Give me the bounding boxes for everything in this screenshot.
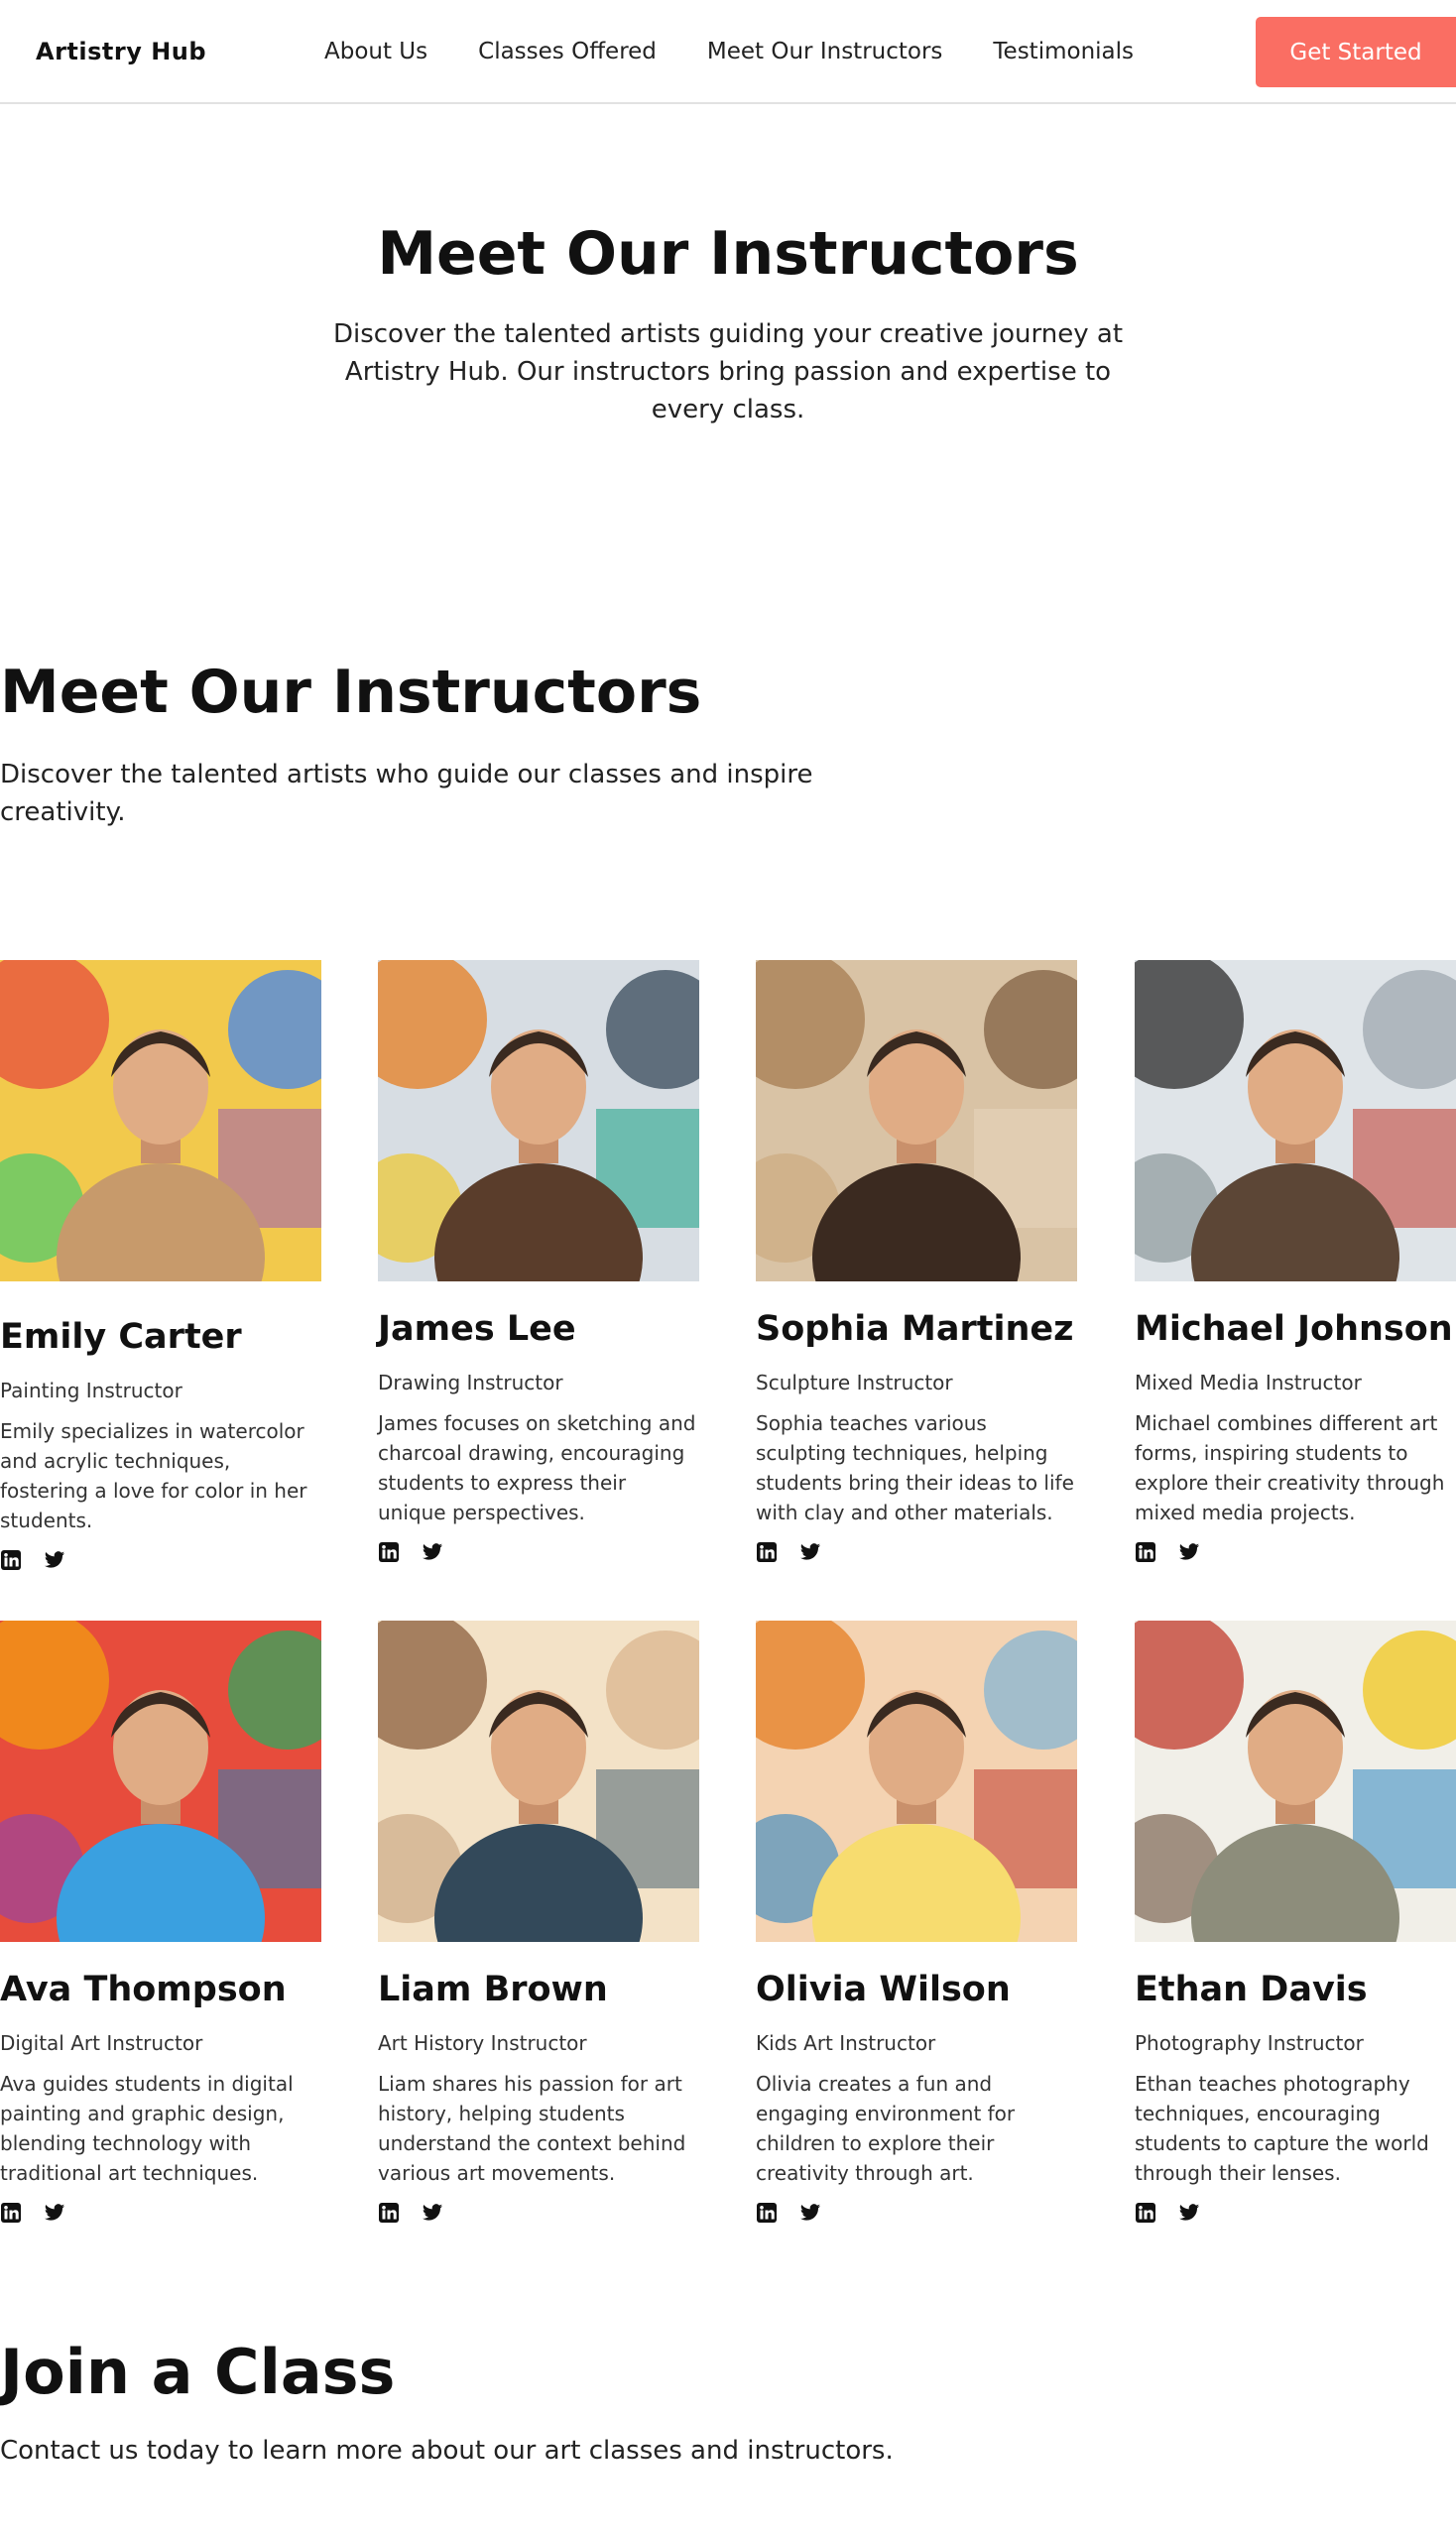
linkedin-icon[interactable] xyxy=(756,2202,778,2224)
instructor-name: Michael Johnson xyxy=(1135,1309,1453,1349)
social-links xyxy=(756,1541,1077,1563)
portrait-photo xyxy=(0,960,321,1281)
twitter-icon[interactable] xyxy=(44,2202,65,2224)
main-nav: About Us Classes Offered Meet Our Instru… xyxy=(324,0,1184,102)
instructor-name: Emily Carter xyxy=(0,1317,242,1357)
instructor-name: James Lee xyxy=(378,1309,576,1349)
twitter-icon[interactable] xyxy=(422,1541,443,1563)
instructor-card: Liam Brown Art History Instructor Liam sha… xyxy=(378,1621,699,2224)
portrait-photo xyxy=(378,960,699,1281)
instructor-role: Mixed Media Instructor xyxy=(1135,1371,1362,1394)
logo[interactable]: Artistry Hub xyxy=(36,38,206,65)
instructor-role: Photography Instructor xyxy=(1135,2031,1364,2055)
get-started-button[interactable]: Get Started xyxy=(1256,17,1456,87)
linkedin-icon[interactable] xyxy=(1135,2202,1156,2224)
instructor-bio: Michael combines different art forms, in… xyxy=(1135,1411,1445,1524)
instructor-bio: Ava guides students in digital painting … xyxy=(0,2072,294,2185)
social-links xyxy=(0,2202,321,2224)
nav-testimonials[interactable]: Testimonials xyxy=(993,39,1134,64)
instructor-name: Sophia Martinez xyxy=(756,1309,1074,1349)
hero-subtitle: Discover the talented artists guiding yo… xyxy=(332,319,1124,424)
instructor-card: Michael Johnson Mixed Media Instructor Mic… xyxy=(1135,960,1456,1563)
linkedin-icon[interactable] xyxy=(378,1541,400,1563)
nav-classes-offered[interactable]: Classes Offered xyxy=(478,39,657,64)
instructor-name: Olivia Wilson xyxy=(756,1970,1011,2009)
instructor-role: Drawing Instructor xyxy=(378,1371,563,1394)
instructor-role: Art History Instructor xyxy=(378,2031,587,2055)
join-title: Join a Class xyxy=(0,2336,396,2408)
instructor-role: Kids Art Instructor xyxy=(756,2031,936,2055)
instructor-card: Olivia Wilson Kids Art Instructor Olivia c… xyxy=(756,1621,1077,2224)
site-header: Artistry Hub About Us Classes Offered Me… xyxy=(0,0,1456,104)
instructor-card: Ava Thompson Digital Art Instructor Ava gu… xyxy=(0,1621,321,2224)
instructor-card: Ethan Davis Photography Instructor Ethan t… xyxy=(1135,1621,1456,2224)
nav-about-us[interactable]: About Us xyxy=(324,39,427,64)
portrait-photo xyxy=(756,1621,1077,1942)
instructor-role: Digital Art Instructor xyxy=(0,2031,203,2055)
instructor-bio: Olivia creates a fun and engaging enviro… xyxy=(756,2072,1016,2185)
portrait-photo xyxy=(756,960,1077,1281)
portrait-photo xyxy=(378,1621,699,1942)
twitter-icon[interactable] xyxy=(1178,1541,1200,1563)
join-subtitle: Contact us today to learn more about our… xyxy=(0,2436,894,2466)
social-links xyxy=(1135,2202,1456,2224)
twitter-icon[interactable] xyxy=(1178,2202,1200,2224)
linkedin-icon[interactable] xyxy=(1135,1541,1156,1563)
twitter-icon[interactable] xyxy=(799,1541,821,1563)
linkedin-icon[interactable] xyxy=(0,2202,22,2224)
social-links xyxy=(1135,1541,1456,1563)
instructor-bio: Liam shares his passion for art history,… xyxy=(378,2072,686,2185)
section-subtitle: Discover the talented artists who guide … xyxy=(0,760,813,827)
twitter-icon[interactable] xyxy=(44,1549,65,1571)
linkedin-icon[interactable] xyxy=(378,2202,400,2224)
social-links xyxy=(756,2202,1077,2224)
instructor-bio: James focuses on sketching and charcoal … xyxy=(378,1411,696,1524)
instructor-name: Liam Brown xyxy=(378,1970,608,2009)
instructor-bio: Sophia teaches various sculpting techniq… xyxy=(756,1411,1074,1524)
instructor-card: James Lee Drawing Instructor James focuses… xyxy=(378,960,699,1563)
twitter-icon[interactable] xyxy=(799,2202,821,2224)
social-links xyxy=(378,2202,699,2224)
instructor-name: Ava Thompson xyxy=(0,1970,287,2009)
portrait-photo xyxy=(1135,960,1456,1281)
hero-title: Meet Our Instructors xyxy=(377,219,1079,289)
social-links xyxy=(378,1541,699,1563)
twitter-icon[interactable] xyxy=(422,2202,443,2224)
social-links xyxy=(0,1549,321,1571)
section-title: Meet Our Instructors xyxy=(0,658,702,727)
instructor-bio: Emily specializes in watercolor and acry… xyxy=(0,1419,307,1532)
linkedin-icon[interactable] xyxy=(0,1549,22,1571)
instructor-card: Emily Carter Painting Instructor Emily spe… xyxy=(0,960,321,1571)
instructor-role: Painting Instructor xyxy=(0,1379,182,1402)
instructor-role: Sculpture Instructor xyxy=(756,1371,953,1394)
instructor-bio: Ethan teaches photography techniques, en… xyxy=(1135,2072,1429,2185)
nav-meet-instructors[interactable]: Meet Our Instructors xyxy=(707,39,943,64)
instructor-name: Ethan Davis xyxy=(1135,1970,1368,2009)
portrait-photo xyxy=(0,1621,321,1942)
portrait-photo xyxy=(1135,1621,1456,1942)
instructor-card: Sophia Martinez Sculpture Instructor Sophi… xyxy=(756,960,1077,1563)
linkedin-icon[interactable] xyxy=(756,1541,778,1563)
